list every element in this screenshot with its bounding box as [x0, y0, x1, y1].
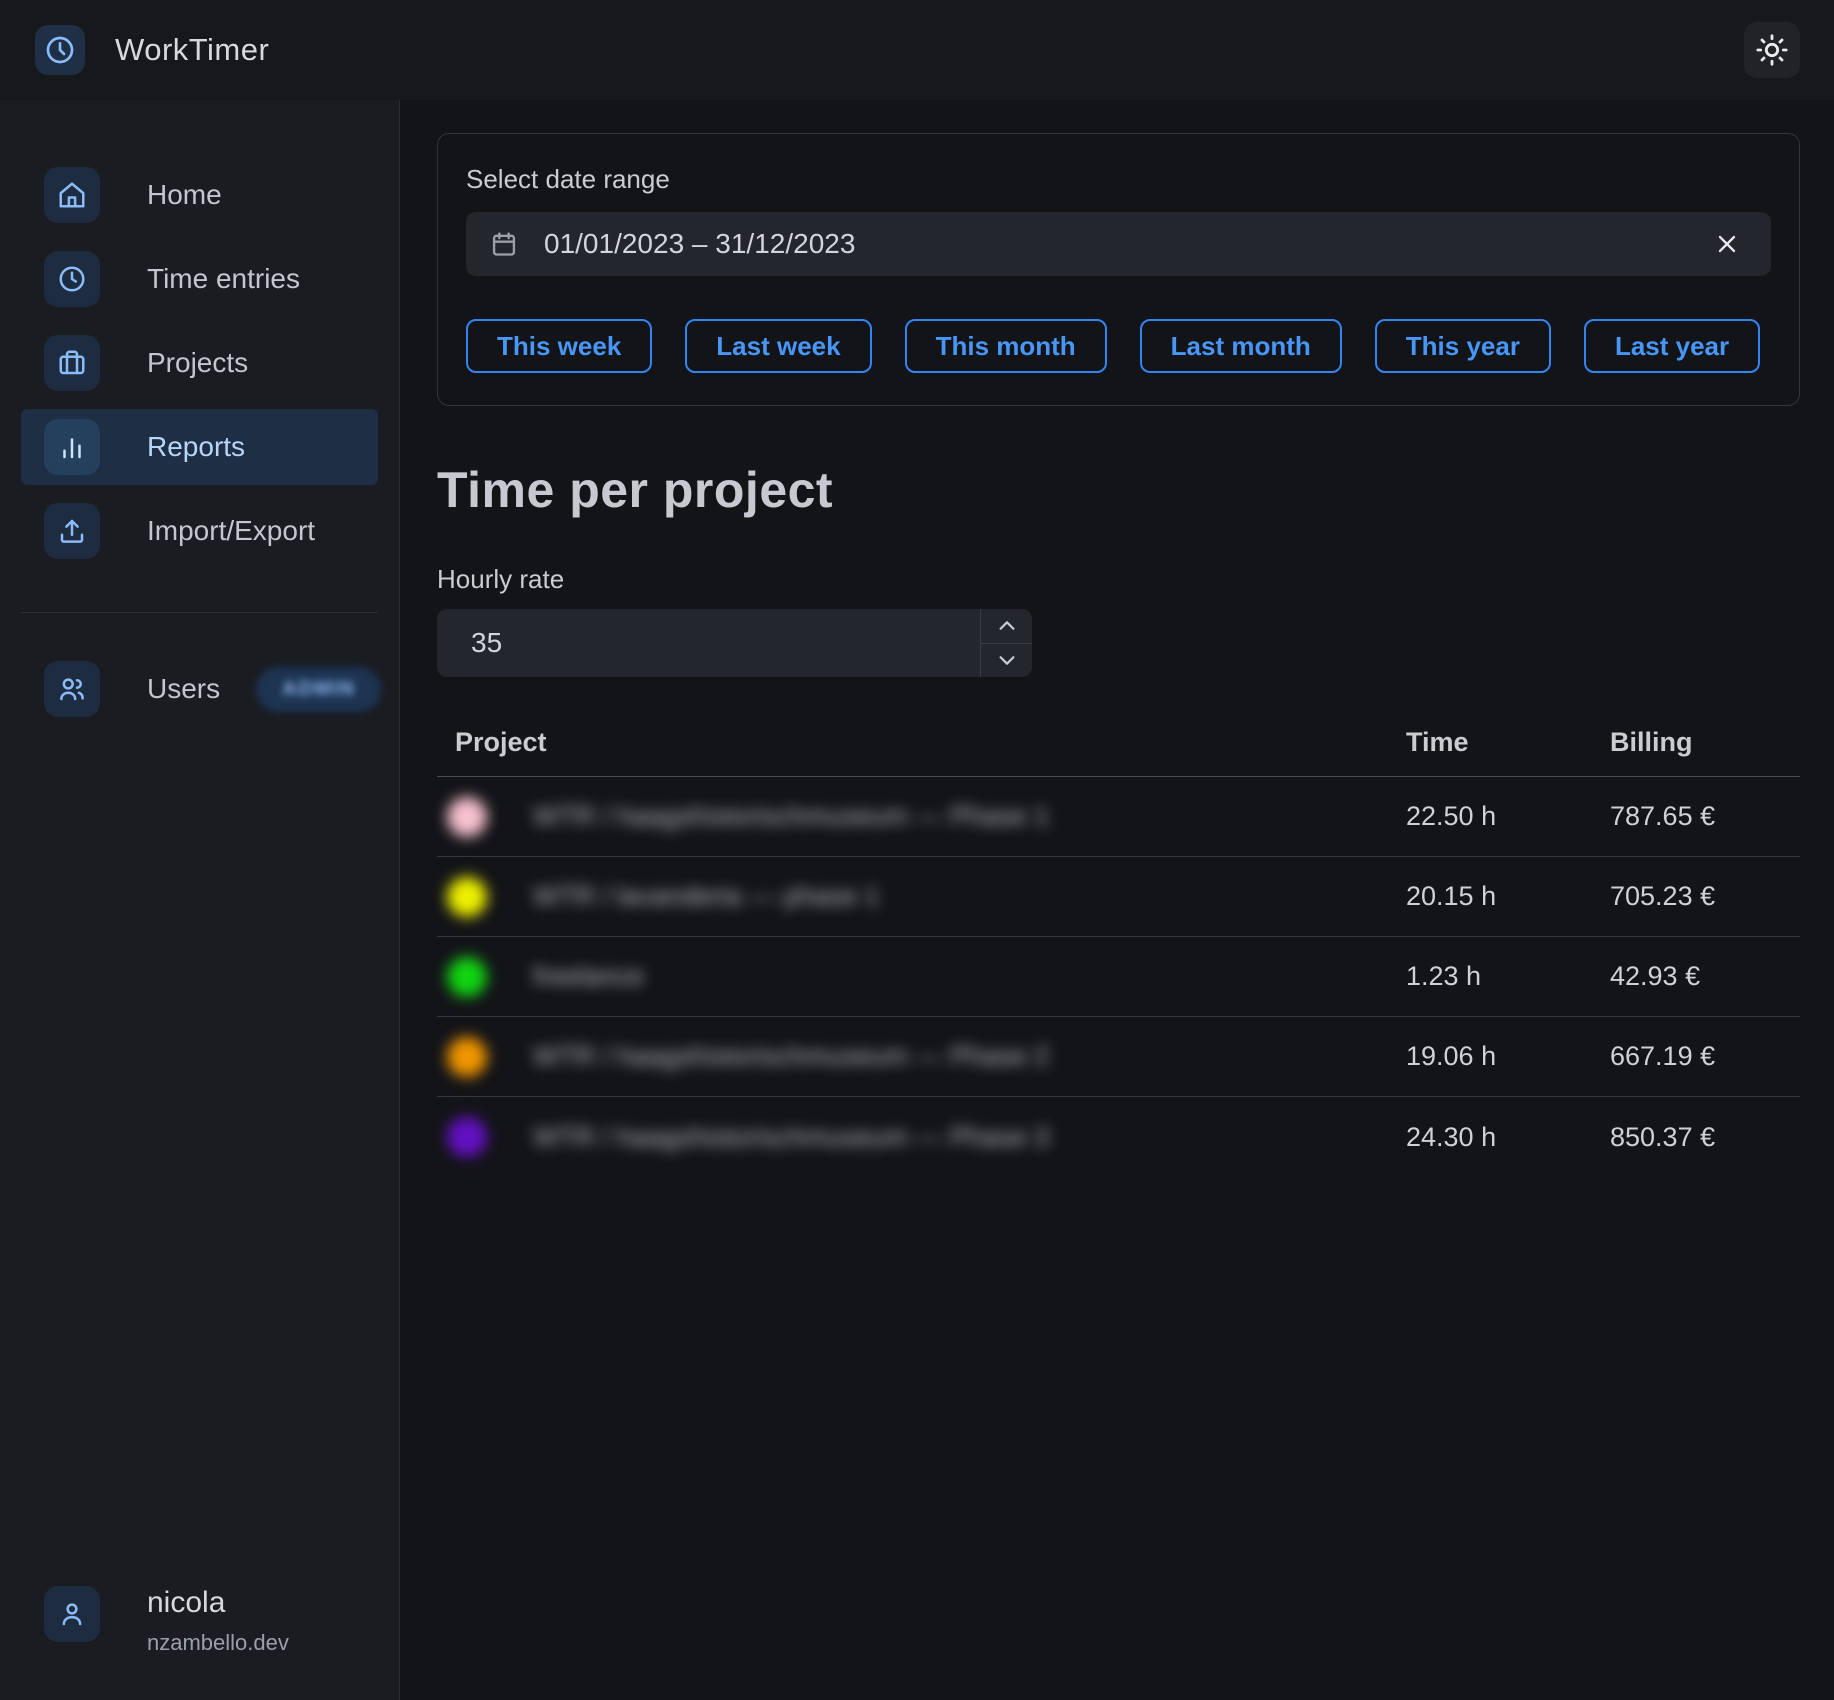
- cell-billing: 787.65 €: [1610, 801, 1800, 832]
- stepper-up-button[interactable]: [981, 609, 1032, 643]
- profile-username: nicola: [147, 1586, 289, 1620]
- stepper-down-button[interactable]: [981, 643, 1032, 678]
- cell-time: 19.06 h: [1406, 1041, 1610, 1072]
- table-row[interactable]: WTR / haagshistorischmuseum — Phase 1 22…: [437, 777, 1800, 857]
- chevron-down-icon: [996, 649, 1018, 671]
- clear-date-button[interactable]: [1707, 224, 1747, 264]
- date-range-label: Select date range: [466, 164, 1771, 195]
- project-name: WTR / haagshistorischmuseum — Phase 3: [533, 1122, 1049, 1153]
- app-title: WorkTimer: [115, 32, 269, 68]
- date-range-card: Select date range 01/01/2023 – 31/12/202…: [437, 133, 1800, 406]
- this-week-button[interactable]: This week: [466, 319, 652, 373]
- project-name: WTR / haagshistorischmuseum — Phase 1: [533, 801, 1049, 832]
- close-icon: [1713, 230, 1741, 258]
- users-icon: [44, 661, 100, 717]
- project-cell: WTR / lavanderia — phase 1: [437, 877, 1406, 917]
- clock-icon: [44, 251, 100, 307]
- sidebar-item-time-entries[interactable]: Time entries: [21, 241, 378, 317]
- sidebar-item-label: Time entries: [147, 263, 300, 295]
- cell-time: 20.15 h: [1406, 881, 1610, 912]
- cell-time: 22.50 h: [1406, 801, 1610, 832]
- column-header-project: Project: [437, 727, 1406, 758]
- home-icon: [44, 167, 100, 223]
- last-month-button[interactable]: Last month: [1140, 319, 1342, 373]
- table-row[interactable]: WTR / haagshistorischmuseum — Phase 3 24…: [437, 1097, 1800, 1177]
- project-color-dot: [447, 797, 487, 837]
- cell-billing: 705.23 €: [1610, 881, 1800, 912]
- project-name: freelance: [533, 961, 644, 992]
- table-row[interactable]: WTR / lavanderia — phase 1 20.15 h 705.2…: [437, 857, 1800, 937]
- main-content: Select date range 01/01/2023 – 31/12/202…: [400, 100, 1834, 1700]
- user-icon: [44, 1586, 100, 1642]
- project-color-dot: [447, 1117, 487, 1157]
- this-month-button[interactable]: This month: [905, 319, 1107, 373]
- sun-icon: [1755, 33, 1789, 67]
- column-header-time: Time: [1406, 727, 1610, 758]
- sidebar-item-label: Home: [147, 179, 222, 211]
- profile-domain: nzambello.dev: [147, 1630, 289, 1656]
- table-row[interactable]: freelance 1.23 h 42.93 €: [437, 937, 1800, 1017]
- hourly-rate-label: Hourly rate: [437, 564, 1800, 595]
- column-header-billing: Billing: [1610, 727, 1800, 758]
- project-table-body: WTR / haagshistorischmuseum — Phase 1 22…: [437, 777, 1800, 1177]
- project-cell: WTR / haagshistorischmuseum — Phase 3: [437, 1117, 1406, 1157]
- sidebar-item-import-export[interactable]: Import/Export: [21, 493, 378, 569]
- project-color-dot: [447, 957, 487, 997]
- admin-badge: ADMIN: [256, 667, 381, 712]
- sidebar-item-label: Users: [147, 673, 220, 705]
- date-range-input[interactable]: 01/01/2023 – 31/12/2023: [466, 212, 1771, 276]
- sidebar-item-users[interactable]: Users ADMIN: [21, 651, 378, 727]
- user-profile[interactable]: nicola nzambello.dev: [0, 1586, 399, 1656]
- project-color-dot: [447, 877, 487, 917]
- app-logo: [35, 25, 85, 75]
- project-name: WTR / haagshistorischmuseum — Phase 2: [533, 1041, 1049, 1072]
- date-range-value: 01/01/2023 – 31/12/2023: [544, 228, 1707, 260]
- hourly-rate-field: [437, 609, 1032, 677]
- sidebar-item-reports[interactable]: Reports: [21, 409, 378, 485]
- hourly-rate-stepper: [980, 609, 1032, 677]
- project-cell: WTR / haagshistorischmuseum — Phase 2: [437, 1037, 1406, 1077]
- calendar-icon: [490, 230, 518, 258]
- clock-icon: [44, 34, 76, 66]
- quick-range-buttons: This week Last week This month Last mont…: [466, 319, 1771, 373]
- page-title: Time per project: [437, 461, 1800, 519]
- topbar: WorkTimer: [0, 0, 1834, 100]
- project-name: WTR / lavanderia — phase 1: [533, 881, 880, 912]
- project-cell: freelance: [437, 957, 1406, 997]
- table-row[interactable]: WTR / haagshistorischmuseum — Phase 2 19…: [437, 1017, 1800, 1097]
- cell-billing: 850.37 €: [1610, 1122, 1800, 1153]
- sidebar-item-label: Projects: [147, 347, 248, 379]
- time-per-project-table: Project Time Billing WTR / haagshistoris…: [437, 727, 1800, 1177]
- last-year-button[interactable]: Last year: [1584, 319, 1760, 373]
- cell-billing: 42.93 €: [1610, 961, 1800, 992]
- theme-toggle-button[interactable]: [1744, 22, 1800, 78]
- last-week-button[interactable]: Last week: [685, 319, 871, 373]
- cell-time: 24.30 h: [1406, 1122, 1610, 1153]
- sidebar-divider: [21, 612, 378, 613]
- cell-time: 1.23 h: [1406, 961, 1610, 992]
- hourly-rate-input[interactable]: [437, 609, 1032, 677]
- bar-chart-icon: [44, 419, 100, 475]
- sidebar-item-label: Import/Export: [147, 515, 315, 547]
- sidebar: Home Time entries Projects: [0, 100, 400, 1700]
- sidebar-item-label: Reports: [147, 431, 245, 463]
- project-color-dot: [447, 1037, 487, 1077]
- table-header: Project Time Billing: [437, 727, 1800, 777]
- project-cell: WTR / haagshistorischmuseum — Phase 1: [437, 797, 1406, 837]
- sidebar-item-home[interactable]: Home: [21, 157, 378, 233]
- cell-billing: 667.19 €: [1610, 1041, 1800, 1072]
- sidebar-item-projects[interactable]: Projects: [21, 325, 378, 401]
- briefcase-icon: [44, 335, 100, 391]
- upload-icon: [44, 503, 100, 559]
- this-year-button[interactable]: This year: [1375, 319, 1551, 373]
- chevron-up-icon: [996, 615, 1018, 637]
